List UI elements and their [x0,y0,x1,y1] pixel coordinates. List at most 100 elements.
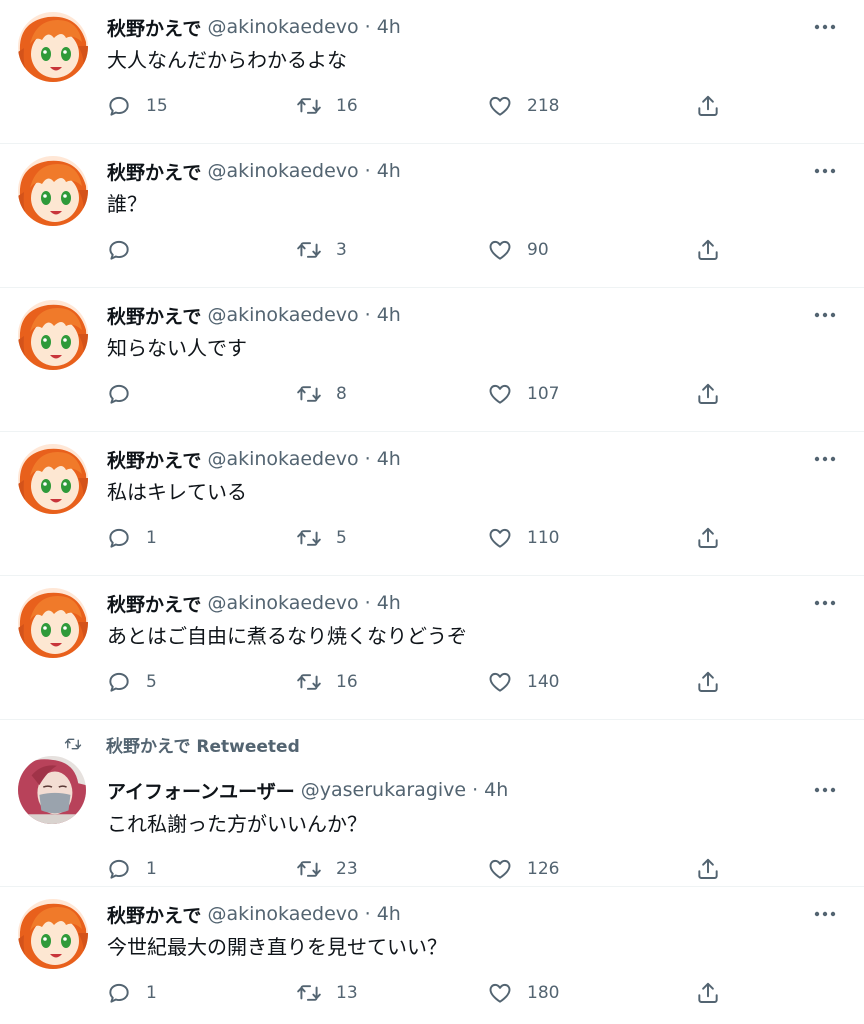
avatar[interactable] [18,12,88,82]
avatar[interactable] [18,756,86,824]
tweet-header: 秋野かえで @akinokaedevo · 4h [107,13,401,41]
tweet-header: 秋野かえで @akinokaedevo · 4h [107,900,401,928]
reply-button[interactable] [106,232,146,268]
avatar-image [18,588,88,658]
retweet-button[interactable]: 16 [296,664,358,700]
share-button[interactable] [695,376,721,412]
like-button[interactable]: 218 [487,88,559,124]
display-name[interactable]: 秋野かえで [107,302,201,329]
timestamp[interactable]: 4h [377,448,401,470]
avatar-image [18,12,88,82]
separator-dot: · [364,304,371,326]
retweet-count: 16 [336,96,358,116]
avatar[interactable] [18,588,88,658]
tweet[interactable]: 秋野かえで @akinokaedevo · 4h 私はキレている 1 5 110 [0,432,864,576]
reply-count: 1 [146,859,157,879]
display-name[interactable]: 秋野かえで [107,158,201,185]
user-handle[interactable]: @akinokaedevo [207,160,358,182]
reply-button[interactable] [106,376,146,412]
reply-button[interactable]: 5 [106,664,157,700]
more-options-button[interactable] [812,592,838,614]
display-name[interactable]: 秋野かえで [107,901,201,928]
tweet[interactable]: 秋野かえで @akinokaedevo · 4h 誰？ 3 90 [0,144,864,288]
share-button[interactable] [695,232,721,268]
retweet-button[interactable]: 5 [296,520,347,556]
reply-icon [106,980,132,1006]
like-button[interactable]: 140 [487,664,559,700]
like-button[interactable]: 126 [487,851,559,887]
display-name[interactable]: 秋野かえで [107,446,201,473]
more-options-button[interactable] [812,779,838,801]
timestamp[interactable]: 4h [377,903,401,925]
display-name[interactable]: 秋野かえで [107,14,201,41]
timestamp[interactable]: 4h [377,160,401,182]
retweet-icon [296,669,322,695]
more-options-button[interactable] [812,160,838,182]
like-count: 110 [527,528,560,548]
share-button[interactable] [695,88,721,124]
avatar[interactable] [18,444,88,514]
reply-button[interactable]: 1 [106,520,157,556]
more-icon [812,448,838,470]
more-icon [812,903,838,925]
user-handle[interactable]: @akinokaedevo [207,903,358,925]
reply-icon [106,381,132,407]
tweet[interactable]: 秋野かえで @akinokaedevo · 4h 知らない人です 8 107 [0,288,864,432]
tweet-text: 誰？ [107,192,147,216]
retweet-button[interactable]: 8 [296,376,347,412]
tweet[interactable]: 秋野かえで @akinokaedevo · 4h あとはご自由に煮るなり焼くなりどうぞ 5… [0,576,864,720]
tweet[interactable]: 秋野かえで Retweeted アイフォーンユーザー @yaserukaragive… [0,720,864,887]
avatar[interactable] [18,899,88,969]
like-count: 140 [527,672,560,692]
more-icon [812,16,838,38]
like-button[interactable]: 90 [487,232,549,268]
retweet-count: 3 [336,240,347,260]
more-icon [812,160,838,182]
like-button[interactable]: 110 [487,520,559,556]
share-icon [695,669,721,695]
more-options-button[interactable] [812,304,838,326]
like-button[interactable]: 180 [487,975,559,1011]
share-button[interactable] [695,520,721,556]
reply-icon [106,525,132,551]
retweet-button[interactable]: 3 [296,232,347,268]
reply-button[interactable]: 1 [106,851,157,887]
timestamp[interactable]: 4h [377,592,401,614]
share-button[interactable] [695,851,721,887]
more-options-button[interactable] [812,903,838,925]
share-button[interactable] [695,975,721,1011]
share-icon [695,980,721,1006]
avatar[interactable] [18,300,88,370]
display-name[interactable]: アイフォーンユーザー [107,777,295,804]
like-button[interactable]: 107 [487,376,559,412]
reply-count: 1 [146,528,157,548]
retweet-button[interactable]: 13 [296,975,358,1011]
tweet-text: あとはご自由に煮るなり焼くなりどうぞ [107,624,467,648]
share-button[interactable] [695,664,721,700]
retweet-button[interactable]: 23 [296,851,358,887]
retweet-icon [296,381,322,407]
user-handle[interactable]: @yaserukaragive [301,779,466,801]
more-options-button[interactable] [812,448,838,470]
user-handle[interactable]: @akinokaedevo [207,304,358,326]
reply-button[interactable]: 15 [106,88,168,124]
avatar-image [18,300,88,370]
more-options-button[interactable] [812,16,838,38]
display-name[interactable]: 秋野かえで [107,590,201,617]
retweet-count: 8 [336,384,347,404]
tweet[interactable]: 秋野かえで @akinokaedevo · 4h 大人なんだからわかるよな 15 16 218 [0,0,864,144]
tweet[interactable]: 秋野かえで @akinokaedevo · 4h 今世紀最大の開き直りを見せていい？ 1 1… [0,887,864,1024]
timestamp[interactable]: 4h [484,779,508,801]
user-handle[interactable]: @akinokaedevo [207,16,358,38]
avatar[interactable] [18,156,88,226]
timestamp[interactable]: 4h [377,16,401,38]
more-icon [812,779,838,801]
user-handle[interactable]: @akinokaedevo [207,448,358,470]
retweet-button[interactable]: 16 [296,88,358,124]
tweet-header: 秋野かえで @akinokaedevo · 4h [107,589,401,617]
tweet-actions: 8 107 [0,376,864,412]
user-handle[interactable]: @akinokaedevo [207,592,358,614]
reply-button[interactable]: 1 [106,975,157,1011]
retweet-context-label[interactable]: 秋野かえで Retweeted [106,732,300,757]
timestamp[interactable]: 4h [377,304,401,326]
